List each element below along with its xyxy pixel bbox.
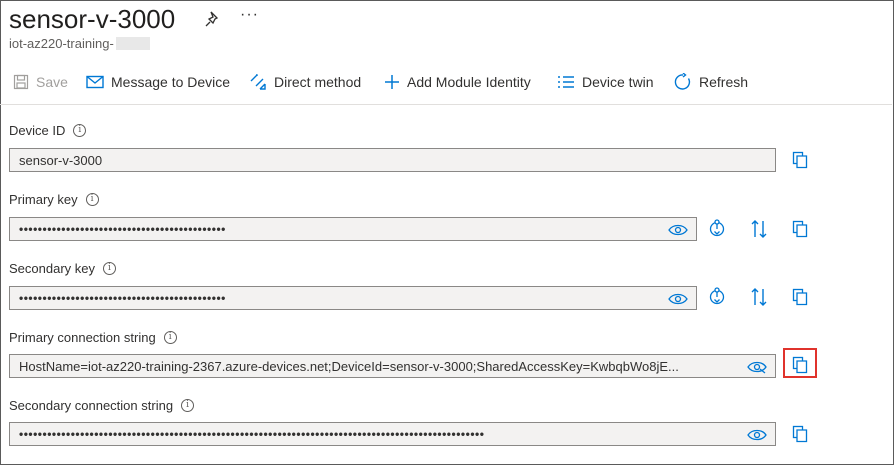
eye-hidden-icon[interactable] <box>747 360 767 374</box>
info-icon[interactable]: i <box>181 399 195 412</box>
add-module-identity-label: Add Module Identity <box>407 74 531 90</box>
message-to-device-button[interactable]: Message to Device <box>86 66 230 98</box>
primary-connection-string-label: Primary connection string i <box>9 330 177 345</box>
copy-icon[interactable] <box>790 424 810 444</box>
primary-key-value: ••••••••••••••••••••••••••••••••••••••••… <box>19 222 226 236</box>
command-bar: Save Message to Device Direct method Add… <box>0 66 892 98</box>
pin-icon[interactable] <box>204 10 222 28</box>
plus-icon <box>385 75 399 89</box>
secondary-key-field[interactable]: ••••••••••••••••••••••••••••••••••••••••… <box>9 286 697 310</box>
add-module-identity-button[interactable]: Add Module Identity <box>384 66 531 98</box>
primary-key-field[interactable]: ••••••••••••••••••••••••••••••••••••••••… <box>9 217 697 241</box>
list-icon <box>558 76 574 88</box>
copy-icon[interactable] <box>790 219 810 239</box>
secondary-connection-string-field[interactable]: ••••••••••••••••••••••••••••••••••••••••… <box>9 422 776 446</box>
info-icon[interactable]: i <box>163 331 177 344</box>
message-to-device-label: Message to Device <box>111 74 231 90</box>
secondary-key-label: Secondary key i <box>9 261 116 276</box>
refresh-icon <box>674 73 691 90</box>
secondary-key-label-text: Secondary key <box>9 261 95 276</box>
primary-connection-string-value: HostName=iot-az220-training-2367.azure-d… <box>19 358 679 374</box>
secondary-connection-string-label: Secondary connection string i <box>9 398 195 413</box>
secondary-connection-string-value: ••••••••••••••••••••••••••••••••••••••••… <box>19 427 485 441</box>
info-icon[interactable]: i <box>73 124 87 137</box>
device-id-label: Device ID i <box>9 123 87 138</box>
copy-icon[interactable] <box>790 150 810 170</box>
copy-icon[interactable] <box>790 287 810 307</box>
primary-connection-string-label-text: Primary connection string <box>9 330 156 345</box>
mail-icon <box>86 75 104 89</box>
save-icon <box>13 74 29 90</box>
primary-key-label-text: Primary key <box>9 192 78 207</box>
device-twin-label: Device twin <box>582 74 654 90</box>
save-label: Save <box>36 74 68 90</box>
device-twin-button[interactable]: Device twin <box>557 66 654 98</box>
info-icon[interactable]: i <box>85 193 99 206</box>
swap-icon[interactable] <box>749 219 769 239</box>
primary-connection-string-field[interactable]: HostName=iot-az220-training-2367.azure-d… <box>9 354 776 378</box>
primary-key-label: Primary key i <box>9 192 99 207</box>
device-id-field[interactable]: sensor-v-3000 <box>9 148 776 172</box>
highlight-box <box>783 348 817 378</box>
page-subtitle: iot-az220-training- <box>9 36 150 51</box>
toolbar-divider <box>0 104 892 105</box>
secondary-key-value: ••••••••••••••••••••••••••••••••••••••••… <box>19 291 226 305</box>
more-options-button[interactable]: ··· <box>240 6 259 24</box>
save-button[interactable]: Save <box>13 66 68 98</box>
eye-icon[interactable] <box>747 428 767 442</box>
refresh-button[interactable]: Refresh <box>674 66 748 98</box>
page-title: sensor-v-3000 <box>9 4 176 34</box>
eye-icon[interactable] <box>668 223 688 237</box>
direct-method-label: Direct method <box>274 74 362 90</box>
direct-method-icon <box>250 74 266 90</box>
device-id-value: sensor-v-3000 <box>19 152 103 168</box>
eye-icon[interactable] <box>668 292 688 306</box>
redacted-block <box>115 37 150 50</box>
direct-method-button[interactable]: Direct method <box>249 66 361 98</box>
info-icon[interactable]: i <box>103 262 116 275</box>
refresh-label: Refresh <box>699 74 749 90</box>
secondary-connection-string-label-text: Secondary connection string <box>9 398 174 413</box>
device-id-label-text: Device ID <box>9 123 66 138</box>
regenerate-key-icon[interactable] <box>707 219 727 239</box>
regenerate-key-icon[interactable] <box>707 287 727 307</box>
swap-icon[interactable] <box>749 287 769 307</box>
